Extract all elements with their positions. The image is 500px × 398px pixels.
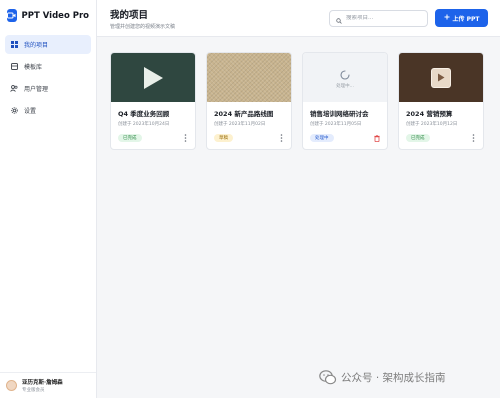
project-thumbnail — [207, 53, 291, 102]
more-vertical-icon[interactable] — [181, 134, 189, 142]
sidebar-item-label: 设置 — [24, 108, 37, 115]
avatar — [6, 380, 17, 391]
page-title: 我的项目 — [110, 9, 149, 21]
sidebar-item-templates[interactable]: 模板库 — [5, 57, 91, 76]
user-profile[interactable]: 亚历克斯·詹姆森 专业版会员 — [0, 372, 96, 398]
gear-icon — [10, 107, 18, 115]
more-vertical-icon[interactable] — [469, 134, 477, 142]
play-icon — [144, 66, 163, 89]
sidebar-item-label: 模板库 — [24, 64, 43, 71]
project-thumbnail — [399, 53, 483, 102]
upload-ppt-button[interactable]: 上传 PPT — [435, 9, 488, 27]
project-card[interactable]: 2024 营销预算 创建于 2023年10月12日 已完成 — [398, 52, 484, 150]
search-box[interactable] — [329, 9, 428, 28]
more-vertical-icon[interactable] — [277, 134, 285, 142]
app-name: PPT Video Pro — [21, 10, 89, 21]
project-title: Q4 季度业务回顾 — [118, 110, 170, 118]
status-badge: 已完成 — [118, 134, 142, 142]
project-title: 销售培训网络研讨会 — [310, 110, 369, 118]
brand[interactable]: PPT Video Pro — [0, 0, 96, 35]
sidebar-item-label: 用户管理 — [24, 86, 49, 93]
app-window: PPT Video Pro 我的项目 模板库 用户管理 设置 亚历克斯·詹姆森 … — [0, 0, 500, 398]
wechat-icon — [319, 370, 337, 385]
users-icon — [10, 85, 18, 93]
topbar: 我的项目 管理并创建您的视频演示文稿 上传 PPT — [97, 0, 500, 37]
grid-icon — [10, 41, 18, 49]
upload-ppt-label: 上传 PPT — [452, 15, 480, 23]
sidebar-item-label: 我的项目 — [24, 42, 49, 49]
status-badge: 草稿 — [214, 134, 233, 142]
project-card[interactable]: Q4 季度业务回顾 创建于 2023年10月24日 已完成 — [110, 52, 196, 150]
sidebar-nav: 我的项目 模板库 用户管理 设置 — [0, 35, 96, 120]
trash-icon[interactable] — [373, 134, 381, 142]
project-date: 创建于 2023年10月24日 — [118, 122, 170, 127]
watermark-text: 公众号 · 架构成长指南 — [341, 372, 446, 384]
sidebar: PPT Video Pro 我的项目 模板库 用户管理 设置 亚历克斯·詹姆森 … — [0, 0, 97, 398]
project-date: 创建于 2023年11月05日 — [310, 122, 362, 127]
search-input[interactable] — [346, 15, 421, 21]
project-thumbnail — [111, 53, 195, 102]
sidebar-item-my-projects[interactable]: 我的项目 — [5, 35, 91, 54]
watermark: 公众号 · 架构成长指南 — [319, 370, 446, 385]
play-icon — [431, 67, 451, 88]
project-grid: Q4 季度业务回顾 创建于 2023年10月24日 已完成 2024 新产品路线… — [97, 37, 500, 150]
plus-icon — [444, 14, 450, 22]
project-card[interactable]: 处理中... 销售培训网络研讨会 创建于 2023年11月05日 处理中 — [302, 52, 388, 150]
spinner-icon — [340, 70, 350, 80]
user-role: 专业版会员 — [22, 388, 45, 393]
project-date: 创建于 2023年11月02日 — [214, 122, 266, 127]
processing-text: 处理中... — [336, 84, 354, 89]
sidebar-item-user-management[interactable]: 用户管理 — [5, 79, 91, 98]
project-thumbnail: 处理中... — [303, 53, 387, 102]
project-title: 2024 新产品路线图 — [214, 110, 274, 118]
main-content: 我的项目 管理并创建您的视频演示文稿 上传 PPT — [97, 0, 500, 398]
sidebar-item-settings[interactable]: 设置 — [5, 101, 91, 120]
video-logo-icon — [7, 9, 17, 22]
project-date: 创建于 2023年10月12日 — [406, 122, 458, 127]
project-card[interactable]: 2024 新产品路线图 创建于 2023年11月02日 草稿 — [206, 52, 292, 150]
project-title: 2024 营销预算 — [406, 110, 453, 118]
status-badge: 已完成 — [406, 134, 430, 142]
page-subtitle: 管理并创建您的视频演示文稿 — [110, 23, 176, 30]
template-icon — [10, 63, 18, 71]
search-icon — [336, 9, 342, 28]
user-name: 亚历克斯·詹姆森 — [22, 380, 63, 386]
status-badge: 处理中 — [310, 134, 334, 142]
